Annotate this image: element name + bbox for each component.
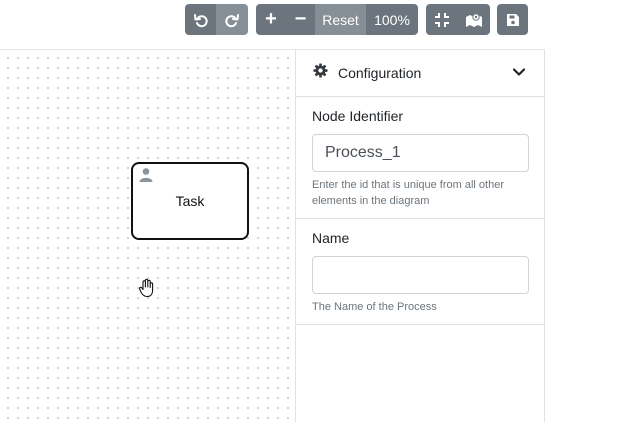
field-help-text: Enter the id that is unique from all oth… bbox=[312, 179, 504, 207]
field-name: Name The Name of the Process bbox=[296, 219, 544, 325]
field-label: Name bbox=[312, 230, 350, 246]
panel-title: Configuration bbox=[338, 65, 422, 81]
zoom-reset-button[interactable]: Reset bbox=[315, 4, 366, 35]
save-button[interactable] bbox=[497, 4, 528, 35]
chevron-down-icon[interactable] bbox=[512, 64, 526, 82]
bpmn-editor: + − Reset 100% Task Configuration Node I… bbox=[0, 0, 620, 422]
map-icon bbox=[465, 12, 482, 27]
zoom-group: + − Reset 100% bbox=[256, 4, 418, 35]
zoom-level-display[interactable]: 100% bbox=[366, 4, 418, 35]
task-label: Task bbox=[175, 193, 205, 209]
minimap-button[interactable] bbox=[457, 4, 490, 35]
view-group bbox=[426, 4, 490, 35]
fit-viewport-button[interactable] bbox=[426, 4, 457, 35]
redo-icon bbox=[225, 13, 239, 27]
zoom-in-button[interactable]: + bbox=[256, 4, 286, 35]
user-icon bbox=[138, 167, 154, 186]
field-help-text: The Name of the Process bbox=[312, 301, 437, 313]
gear-icon bbox=[313, 63, 328, 83]
redo-button[interactable] bbox=[216, 4, 248, 35]
task-node[interactable]: Task bbox=[131, 162, 249, 240]
save-group bbox=[497, 4, 528, 35]
undo-icon bbox=[193, 13, 208, 27]
diagram-canvas[interactable]: Task bbox=[0, 50, 295, 422]
undo-button[interactable] bbox=[185, 4, 216, 35]
empty-area bbox=[545, 0, 620, 422]
field-label: Node Identifier bbox=[312, 108, 404, 124]
toolbar: + − Reset 100% bbox=[0, 0, 545, 50]
compress-icon bbox=[434, 12, 449, 27]
save-icon bbox=[506, 13, 519, 26]
name-input[interactable] bbox=[312, 256, 529, 294]
properties-panel: Configuration Node Identifier Process_1 … bbox=[295, 50, 545, 422]
panel-header[interactable]: Configuration bbox=[296, 50, 544, 97]
zoom-out-button[interactable]: − bbox=[286, 4, 315, 35]
field-node-identifier: Node Identifier Process_1 Enter the id t… bbox=[296, 97, 544, 219]
hand-icon bbox=[138, 278, 156, 303]
node-identifier-input[interactable]: Process_1 bbox=[312, 134, 529, 172]
history-group bbox=[185, 4, 248, 35]
